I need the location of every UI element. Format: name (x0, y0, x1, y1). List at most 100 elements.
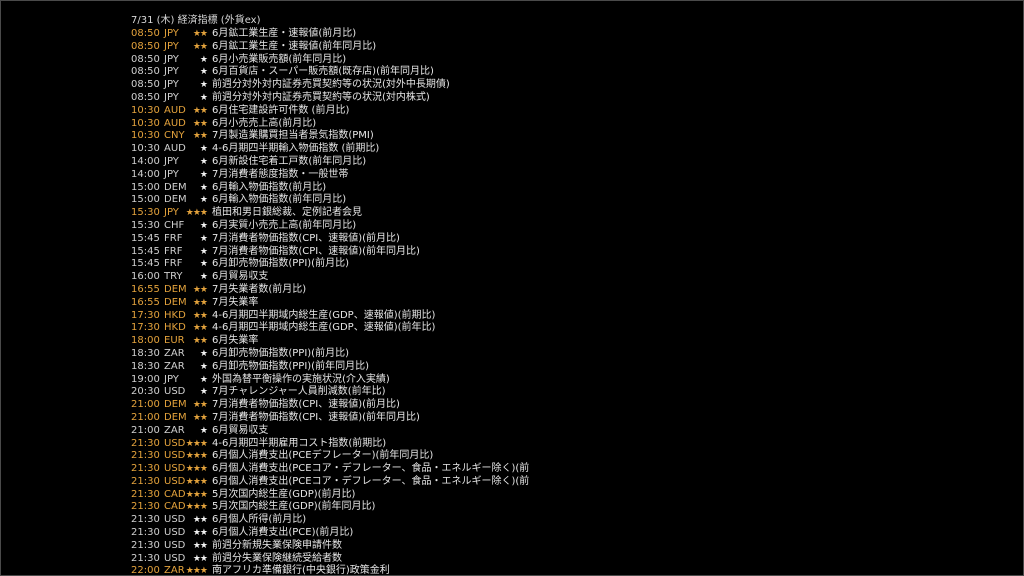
indicator-row[interactable]: 08:50 JPY ★ 前週分対外対内証券売買契約等の状況(対内株式) (131, 92, 511, 105)
indicator-row[interactable]: 21:30 USD ★★ 前週分失業保険継続受給者数 (131, 553, 511, 566)
indicator-time: 08:50 (131, 53, 160, 65)
indicator-row[interactable]: 16:55 DEM ★★ 7月失業者数(前月比) (131, 284, 511, 297)
indicator-row[interactable]: 20:30 USD ★ 7月チャレンジャー人員削減数(前年比) (131, 386, 511, 399)
indicator-title: 6月鉱工業生産・速報値(前月比) (212, 28, 357, 39)
indicator-title: 6月貿易収支 (212, 424, 269, 436)
indicator-row[interactable]: 21:00 DEM ★★ 7月消費者物価指数(CPI、速報値)(前月比) (131, 399, 511, 412)
indicator-row[interactable]: 10:30 AUD ★★ 6月小売売上高(前月比) (131, 118, 511, 131)
importance-stars: ★ (199, 348, 208, 359)
indicator-row[interactable]: 08:50 JPY ★ 6月百貨店・スーパー販売額(既存店)(前年同月比) (131, 66, 511, 79)
indicator-row[interactable]: 17:30 HKD ★★ 4-6月期四半期域内総生産(GDP、速報値)(前期比) (131, 310, 511, 323)
indicator-title: 6月鉱工業生産・速報値(前年同月比) (212, 40, 377, 52)
importance-stars: ★★★ (185, 208, 208, 219)
indicator-row[interactable]: 10:30 AUD ★★ 6月住宅建設許可件数 (前月比) (131, 105, 511, 118)
indicator-row[interactable]: 21:30 CAD ★★★ 5月次国内総生産(GDP)(前月比) (131, 489, 511, 502)
importance-stars: ★ (199, 195, 208, 206)
indicator-time: 21:30 (131, 527, 160, 539)
importance-stars: ★ (199, 259, 208, 270)
indicator-time: 16:00 (131, 271, 160, 283)
importance-stars: ★★ (192, 105, 208, 116)
indicator-currency: FRF (164, 245, 183, 257)
indicator-time: 21:00 (131, 411, 160, 423)
importance-stars: ★★ (192, 118, 208, 129)
indicator-title: 6月貿易収支 (212, 271, 269, 283)
indicator-row[interactable]: 18:30 ZAR ★ 6月卸売物価指数(PPI)(前月比) (131, 348, 511, 361)
indicator-time: 08:50 (131, 66, 160, 78)
indicator-row[interactable]: 15:45 FRF ★ 6月卸売物価指数(PPI)(前月比) (131, 258, 511, 271)
indicator-title: 6月新設住宅着工戸数(前年同月比) (212, 155, 367, 167)
indicator-time: 08:50 (131, 28, 160, 39)
indicator-row[interactable]: 18:30 ZAR ★ 6月卸売物価指数(PPI)(前年同月比) (131, 361, 511, 374)
indicator-currency: JPY (164, 155, 179, 167)
indicator-time: 15:45 (131, 232, 160, 244)
indicator-time: 08:50 (131, 79, 160, 91)
indicator-title: 6月個人所得(前月比) (212, 514, 307, 526)
importance-stars: ★★ (192, 284, 208, 295)
indicator-row[interactable]: 21:30 USD ★★★ 6月個人消費支出(PCEコア・デフレーター、食品・エネルギ… (131, 475, 529, 489)
indicator-row[interactable]: 21:30 USD ★★ 前週分新規失業保険申請件数 (131, 540, 511, 553)
importance-stars: ★★ (192, 540, 208, 551)
indicator-row[interactable]: 15:00 DEM ★ 6月輸入物価指数(前月比) (131, 182, 511, 195)
importance-stars: ★ (199, 272, 208, 283)
indicator-row[interactable]: 19:00 JPY ★ 外国為替平衡操作の実施状況(介入実績) (131, 374, 511, 387)
indicator-title: 南アフリカ準備銀行(中央銀行)政策金利 (212, 565, 390, 576)
importance-stars: ★★ (192, 336, 208, 347)
indicator-row[interactable]: 21:30 USD ★★★ 6月個人消費支出(PCEコア・デフレーター、食品・エネルギ… (131, 463, 529, 476)
indicator-row[interactable]: 22:00 ZAR ★★★ 南アフリカ準備銀行(中央銀行)政策金利 (131, 565, 511, 576)
indicator-title: 6月個人消費支出(PCE)(前月比) (212, 527, 354, 539)
indicator-row[interactable]: 21:30 USD ★★ 6月個人所得(前月比) (131, 514, 511, 527)
indicator-time: 21:30 (131, 437, 160, 449)
indicator-row[interactable]: 15:00 DEM ★ 6月輸入物価指数(前年同月比) (131, 194, 511, 207)
indicator-row[interactable]: 15:30 JPY ★★★ 植田和男日銀総裁、定例記者会見 (131, 207, 511, 220)
indicator-title: 4-6月期四半期輸入物価指数 (前期比) (212, 143, 380, 155)
indicator-time: 08:50 (131, 91, 160, 103)
indicator-row[interactable]: 21:30 USD ★★ 6月個人消費支出(PCE)(前月比) (131, 527, 511, 540)
indicator-time: 18:30 (131, 360, 160, 372)
importance-stars: ★★ (192, 553, 208, 564)
indicator-row[interactable]: 14:00 JPY ★ 7月消費者態度指数・一般世帯 (131, 169, 511, 182)
indicator-title: 6月卸売物価指数(PPI)(前年同月比) (212, 360, 369, 372)
economic-indicator-list[interactable]: 08:50 JPY ★★ 6月鉱工業生産・速報値(前月比) 08:50 JPY ★★ 6月鉱工… (131, 28, 529, 576)
indicator-row[interactable]: 21:00 ZAR ★ 6月貿易収支 (131, 425, 511, 438)
indicator-title: 7月失業率 (212, 296, 259, 308)
importance-stars: ★ (199, 425, 208, 436)
indicator-time: 21:30 (131, 552, 160, 564)
importance-stars: ★★ (192, 323, 208, 334)
indicator-row[interactable]: 08:50 JPY ★ 6月小売業販売額(前年同月比) (131, 54, 511, 67)
indicator-time: 21:30 (131, 514, 160, 526)
indicator-time: 21:30 (131, 475, 160, 487)
indicator-title: 5月次国内総生産(GDP)(前月比) (212, 488, 356, 500)
indicator-row[interactable]: 21:30 CAD ★★★ 5月次国内総生産(GDP)(前年同月比) (131, 501, 511, 514)
indicator-row[interactable]: 08:50 JPY ★★ 6月鉱工業生産・速報値(前年同月比) (131, 41, 511, 54)
indicator-row[interactable]: 08:50 JPY ★★ 6月鉱工業生産・速報値(前月比) (131, 28, 511, 41)
importance-stars: ★ (199, 92, 208, 103)
indicator-row[interactable]: 18:00 EUR ★★ 6月失業率 (131, 335, 511, 348)
window-frame: 7/31 (木) 経済指標 (外貨ex) 08:50 JPY ★★ 6月鉱工業生産・速… (0, 0, 1024, 576)
indicator-title: 7月消費者物価指数(CPI、速報値)(前月比) (212, 399, 400, 411)
importance-stars: ★ (199, 156, 208, 167)
indicator-row[interactable]: 21:30 USD ★★★ 6月個人消費支出(PCEデフレーター)(前年同月比) (131, 450, 511, 463)
indicator-title: 6月輸入物価指数(前月比) (212, 181, 327, 193)
indicator-row[interactable]: 16:55 DEM ★★ 7月失業率 (131, 297, 511, 310)
indicator-row[interactable]: 21:00 DEM ★★ 7月消費者物価指数(CPI、速報値)(前年同月比) (131, 412, 511, 425)
indicator-time: 10:30 (131, 117, 160, 129)
indicator-row[interactable]: 16:00 TRY ★ 6月貿易収支 (131, 271, 511, 284)
indicator-title: 6月輸入物価指数(前年同月比) (212, 194, 347, 206)
indicator-title: 7月チャレンジャー人員削減数(前年比) (212, 386, 386, 398)
indicator-time: 18:30 (131, 347, 160, 359)
importance-stars: ★ (199, 361, 208, 372)
indicator-row[interactable]: 15:45 FRF ★ 7月消費者物価指数(CPI、速報値)(前年同月比) (131, 246, 511, 259)
indicator-row[interactable]: 10:30 AUD ★ 4-6月期四半期輸入物価指数 (前期比) (131, 143, 511, 156)
indicator-row[interactable]: 14:00 JPY ★ 6月新設住宅着工戸数(前年同月比) (131, 156, 511, 169)
indicator-time: 21:30 (131, 539, 160, 551)
indicator-row[interactable]: 17:30 HKD ★★ 4-6月期四半期域内総生産(GDP、速報値)(前年比) (131, 322, 511, 335)
indicator-row[interactable]: 15:30 CHF ★ 6月実質小売売上高(前年同月比) (131, 220, 511, 233)
indicator-row[interactable]: 15:45 FRF ★ 7月消費者物価指数(CPI、速報値)(前月比) (131, 233, 511, 246)
indicator-time: 15:30 (131, 207, 160, 219)
indicator-row[interactable]: 21:30 USD ★★★ 4-6月期四半期雇用コスト指数(前期比) (131, 438, 511, 451)
indicator-time: 17:30 (131, 322, 160, 334)
indicator-title: 6月卸売物価指数(PPI)(前月比) (212, 347, 349, 359)
indicator-row[interactable]: 10:30 CNY ★★ 7月製造業購買担当者景気指数(PMI) (131, 130, 511, 143)
indicator-row[interactable]: 08:50 JPY ★ 前週分対外対内証券売買契約等の状況(対外中長期債) (131, 79, 511, 92)
indicator-time: 10:30 (131, 104, 160, 116)
